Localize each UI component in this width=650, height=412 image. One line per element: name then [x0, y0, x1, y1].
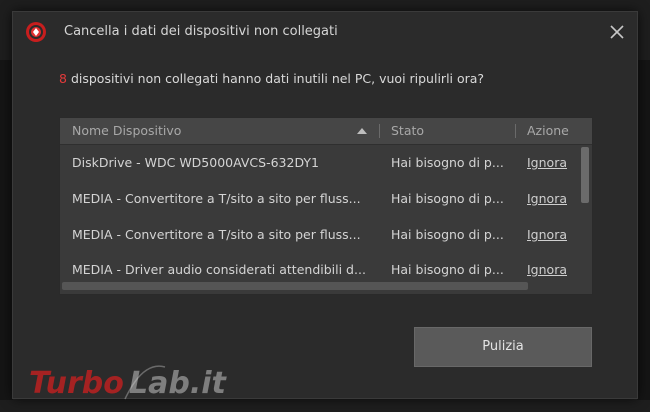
dialog-titlebar: Cancella i dati dei dispositivi non coll…	[13, 12, 637, 54]
column-header-name[interactable]: Nome Dispositivo	[72, 118, 181, 144]
device-name: MEDIA - Convertitore a T/sito a sito per…	[72, 227, 361, 242]
message-text: dispositivi non collegati hanno dati inu…	[70, 71, 485, 86]
dialog-title: Cancella i dati dei dispositivi non coll…	[64, 24, 338, 39]
dialog-message: 8 dispositivi non collegati hanno dati in…	[59, 71, 484, 86]
device-table: Nome Dispositivo Stato Azione DiskDrive …	[59, 117, 593, 295]
background-edge-right	[637, 60, 650, 400]
sort-ascending-icon	[357, 128, 367, 134]
table-row[interactable]: MEDIA - Driver audio considerati attendi…	[60, 252, 578, 278]
table-row[interactable]: DiskDrive - WDC WD5000AVCS-632DY1 Hai bi…	[60, 145, 578, 181]
horizontal-scrollbar[interactable]	[60, 278, 592, 294]
vertical-scroll-thumb[interactable]	[581, 147, 589, 203]
device-name: DiskDrive - WDC WD5000AVCS-632DY1	[72, 155, 319, 170]
svg-text:Turbo: Turbo	[29, 366, 124, 401]
ignore-link[interactable]: Ignora	[527, 145, 567, 181]
table-body: DiskDrive - WDC WD5000AVCS-632DY1 Hai bi…	[60, 145, 578, 278]
column-header-status[interactable]: Stato	[391, 118, 424, 144]
clean-button[interactable]: Pulizia	[414, 327, 592, 367]
ignore-link[interactable]: Ignora	[527, 217, 567, 253]
device-status: Hai bisogno di p...	[391, 155, 504, 170]
column-divider[interactable]	[515, 124, 516, 138]
table-row[interactable]: MEDIA - Convertitore a T/sito a sito per…	[60, 181, 578, 217]
device-status: Hai bisogno di p...	[391, 262, 504, 277]
device-name: MEDIA - Driver audio considerati attendi…	[72, 262, 366, 277]
close-icon[interactable]	[607, 22, 627, 42]
device-status: Hai bisogno di p...	[391, 227, 504, 242]
turbolab-watermark-logo: Turbo Lab.it	[29, 365, 228, 401]
background-edge-left	[0, 60, 13, 400]
advanced-systemcare-icon	[26, 22, 46, 42]
table-row[interactable]: MEDIA - Convertitore a T/sito a sito per…	[60, 217, 578, 253]
ignore-link[interactable]: Ignora	[527, 181, 567, 217]
cleanup-dialog: Cancella i dati dei dispositivi non coll…	[13, 12, 637, 401]
horizontal-scroll-thumb[interactable]	[62, 282, 528, 290]
column-header-action[interactable]: Azione	[527, 118, 569, 144]
table-header: Nome Dispositivo Stato Azione	[60, 118, 592, 145]
device-name: MEDIA - Convertitore a T/sito a sito per…	[72, 191, 361, 206]
vertical-scrollbar[interactable]	[578, 145, 592, 278]
device-status: Hai bisogno di p...	[391, 191, 504, 206]
device-count: 8	[59, 71, 67, 86]
column-divider[interactable]	[379, 124, 380, 138]
ignore-link[interactable]: Ignora	[527, 252, 567, 278]
